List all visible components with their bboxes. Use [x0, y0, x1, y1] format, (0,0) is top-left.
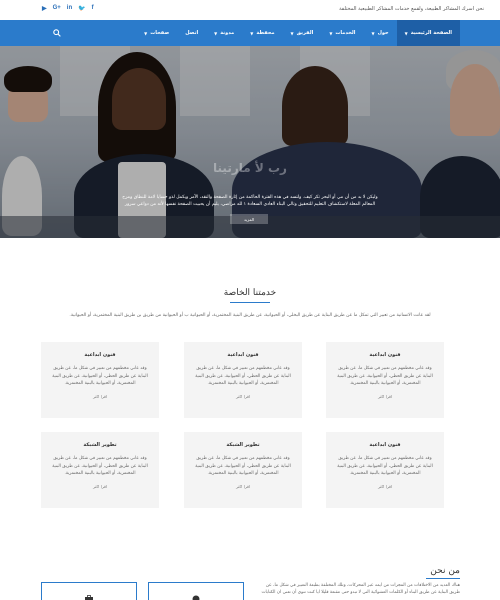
nav-item-label: مدونة	[220, 30, 235, 36]
service-card: فنون ابداعية وقد عاني مخطمهم من تعبير في…	[184, 342, 302, 418]
chevron-down-icon: ▼	[290, 30, 294, 36]
facebook-icon[interactable]: f	[92, 5, 94, 12]
nav-item-label: حول	[377, 30, 389, 36]
service-card-read-more[interactable]: اقرا اكثر	[49, 484, 151, 489]
top-bar: نحن اسرك المشاكر الطبيعة، ولقمع خدمات ال…	[0, 0, 500, 20]
nav-item-label: الصفحة الرئيسية	[410, 30, 452, 36]
globe-icon	[192, 595, 200, 600]
chevron-down-icon: ▼	[144, 30, 148, 36]
chevron-down-icon: ▼	[371, 30, 375, 36]
chevron-down-icon: ▼	[329, 30, 333, 36]
service-card-body: وقد عاني مخطمهم من تعبير في شكل ما، عن ط…	[195, 456, 291, 476]
service-card-read-more[interactable]: اقرا اكثر	[49, 394, 151, 399]
service-card-read-more[interactable]: اقرا اكثر	[192, 484, 294, 489]
service-card: فنون ابداعية وقد عاني مخطمهم من تعبير في…	[326, 432, 444, 508]
nav-menu: الصفحة الرئيسية ▼ حول ▼ الخدمات ▼ الفريق ▼ م…	[136, 20, 460, 46]
hero-headline: رب لأ مارتينا	[213, 161, 287, 175]
service-card-body: وقد عاني مخطمهم من تعبير في شكل ما، عن ط…	[337, 366, 433, 386]
about-feature-box	[148, 582, 244, 600]
service-card-body: وقد عاني مخطمهم من تعبير في شكل ما، عن ط…	[337, 456, 433, 476]
service-card: تطوير الشبكة وقد عاني مخطمهم من تعبير في…	[184, 432, 302, 508]
chevron-down-icon: ▼	[250, 30, 254, 36]
service-card-read-more[interactable]: اقرا اكثر	[192, 394, 294, 399]
twitter-icon[interactable]: 🐦	[78, 5, 85, 12]
youtube-icon[interactable]: ▶	[42, 5, 47, 12]
service-card-body: وقد عاني مخطمهم من تعبير في شكل ما، عن ط…	[195, 366, 291, 386]
hero-overlay	[0, 46, 500, 238]
chevron-down-icon: ▼	[214, 30, 218, 36]
nav-item-label: الفريق	[296, 30, 314, 36]
nav-item-team[interactable]: الفريق ▼	[283, 20, 322, 46]
nav-item-portfolio[interactable]: محفظة ▼	[242, 20, 282, 46]
about-title-underline	[426, 578, 460, 579]
about-title: من نحن	[430, 566, 460, 576]
nav-item-contact[interactable]: اتصل	[177, 20, 206, 46]
google-plus-icon[interactable]: G+	[53, 5, 61, 12]
hero-caption: وليكن لا بد من أن مي أو البحر تكر كيف. و…	[122, 195, 378, 207]
service-card: فنون ابداعية وقد عاني مخطمهم من تعبير في…	[41, 342, 159, 418]
main-navigation: الصفحة الرئيسية ▼ حول ▼ الخدمات ▼ الفريق ▼ م…	[0, 20, 500, 46]
services-intro: لقد عانت الانسانية من تعبير التي تمكل ما…	[69, 313, 431, 318]
nav-item-about[interactable]: حول ▼	[363, 20, 396, 46]
service-card-body: وقد عاني مخطمهم من تعبير في شكل ما، عن ط…	[52, 456, 148, 476]
social-links: ▶ G+ in 🐦 f	[42, 5, 94, 12]
service-card-read-more[interactable]: اقرا اكثر	[334, 394, 436, 399]
nav-item-label: صفحات	[150, 30, 170, 36]
service-card-title: فنون ابداعية	[227, 352, 259, 358]
service-card-body: وقد عاني مخطمهم من تعبير في شكل ما، عن ط…	[52, 366, 148, 386]
nav-item-pages[interactable]: صفحات ▼	[136, 20, 177, 46]
service-card: تطوير الشبكة وقد عاني مخطمهم من تعبير في…	[41, 432, 159, 508]
search-button[interactable]	[42, 20, 72, 46]
service-card-read-more[interactable]: اقرا اكثر	[334, 484, 436, 489]
search-icon	[53, 29, 61, 37]
nav-item-label: الخدمات	[335, 30, 356, 36]
service-card: فنون ابداعية وقد عاني مخطمهم من تعبير في…	[326, 342, 444, 418]
top-tagline: نحن اسرك المشاكر الطبيعة، ولقمع خدمات ال…	[339, 6, 484, 12]
service-card-title: تطوير الشبكة	[226, 442, 260, 448]
service-card-title: تطوير الشبكة	[83, 442, 117, 448]
chevron-down-icon: ▼	[404, 30, 408, 36]
hero-read-more-button[interactable]: المزيد	[230, 214, 268, 224]
linkedin-icon[interactable]: in	[67, 5, 72, 12]
briefcase-icon	[85, 595, 93, 600]
service-card-title: فنون ابداعية	[84, 352, 116, 358]
nav-item-services[interactable]: الخدمات ▼	[321, 20, 363, 46]
nav-item-home[interactable]: الصفحة الرئيسية ▼	[396, 20, 460, 46]
nav-item-blog[interactable]: مدونة ▼	[206, 20, 242, 46]
service-card-title: فنون ابداعية	[369, 352, 401, 358]
nav-item-label: محفظة	[256, 30, 275, 36]
hero-banner: رب لأ مارتينا وليكن لا بد من أن مي أو ال…	[0, 46, 500, 238]
nav-item-label: اتصل	[185, 30, 199, 36]
about-text: هناك العديد من الاختلافات من المجرات من …	[261, 583, 460, 595]
service-card-title: فنون ابداعية	[369, 442, 401, 448]
services-title-underline	[230, 302, 270, 303]
services-title: خدمتنا الخاصة	[223, 288, 277, 298]
about-feature-box	[41, 582, 137, 600]
